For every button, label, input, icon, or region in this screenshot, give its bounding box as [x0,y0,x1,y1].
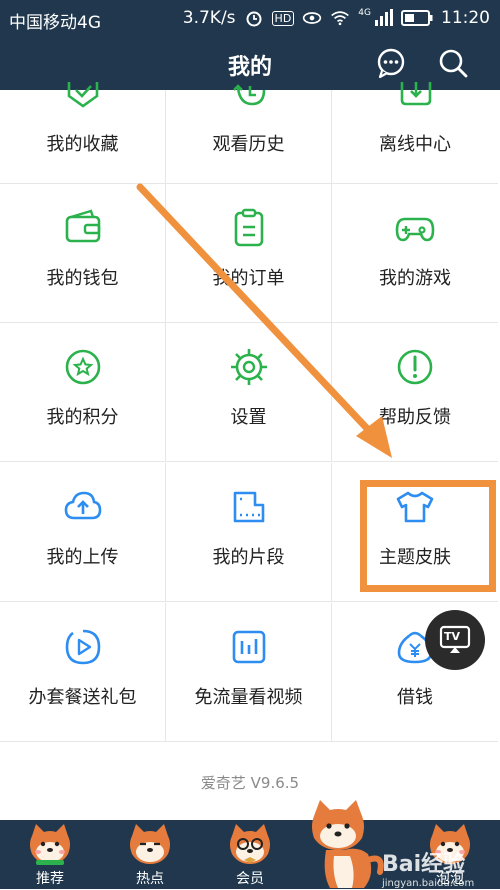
app-version: 爱奇艺 V9.6.5 [200,774,300,792]
grid-item-label: 我的收藏 [46,134,119,155]
download-icon [400,82,432,106]
grid-item-label: 我的积分 [46,407,119,428]
grid-item-label: 设置 [230,407,267,428]
grid-item-label: 离线中心 [379,134,451,155]
bar-chart-icon [232,630,265,664]
watermark-text: Bai经验 [382,852,466,877]
grid-item-label: 我的上传 [46,547,119,568]
alarm-icon [246,11,262,27]
shiba-avatar-icon [130,824,170,864]
grid-item-points[interactable]: 我的积分 [0,323,166,462]
tab-label: 推荐 [36,871,64,887]
grid-item-label: 免流量看视频 [194,687,303,708]
tab-vip[interactable]: 会员 [200,820,300,889]
clock: 11:20 [441,8,490,28]
grid-item-label: 我的游戏 [379,268,451,289]
history-icon [233,84,266,106]
shiba-avatar-icon [230,824,270,864]
grid-item-label: 办套餐送礼包 [28,687,137,708]
grid-item-label: 我的钱包 [46,268,119,289]
wifi-icon [331,11,350,26]
hd-badge: HD [271,10,295,26]
tab-label: 热点 [136,871,164,887]
baidu-watermark: Bai经验 jingyan.baidu.com [382,846,500,889]
gear-icon [230,349,267,385]
watermark-subtext: jingyan.baidu.com [382,878,475,889]
tab-label: 会员 [236,871,264,887]
grid-item-clips[interactable]: 我的片段 [166,463,332,602]
grid-item-label: 观看历史 [212,134,285,155]
star-badge-icon [67,82,99,108]
grid-item-wallet[interactable]: 我的钱包 [0,184,166,323]
cloud-upload-icon [64,491,101,520]
grid-item-favorites[interactable]: 我的收藏 [0,82,166,184]
page-title: 我的 [227,55,272,80]
grid-item-orders[interactable]: 我的订单 [166,184,332,323]
tv-button-label: TV [444,630,461,643]
grid-item-label: 帮助反馈 [379,407,451,428]
shiba-avatar-icon [30,824,70,865]
battery-icon [401,10,433,26]
status-icons: 3.7K/s HD 4G 11:20 [183,8,490,28]
message-icon[interactable] [374,46,408,80]
order-icon [234,208,263,247]
grid-item-free-data[interactable]: 免流量看视频 [166,603,332,742]
grid-item-upload[interactable]: 我的上传 [0,463,166,602]
signal-label: 4G [358,8,371,18]
grid-item-offline[interactable]: 离线中心 [332,82,498,184]
help-icon [397,349,433,385]
gamepad-icon [395,217,435,242]
shiba-mascot-icon [312,800,384,888]
grid-item-package[interactable]: 办套餐送礼包 [0,603,166,742]
grid-item-help[interactable]: 帮助反馈 [332,323,498,462]
points-icon [65,349,100,385]
network-speed: 3.7K/s [182,8,236,28]
tab-hot[interactable]: 热点 [100,820,200,889]
grid-item-games[interactable]: 我的游戏 [332,184,498,323]
carrier-label: 中国移动4G [9,13,101,33]
eye-icon [303,12,322,24]
grid-item-label: 借钱 [397,687,433,708]
status-bar: 中国移动4G 3.7K/s HD 4G 11:20 [0,0,500,36]
play-bubble-icon [65,629,100,665]
grid-item-label: 我的订单 [212,268,285,289]
clip-icon [233,491,264,523]
highlight-box [360,480,496,592]
grid-item-settings[interactable]: 设置 [166,323,332,462]
signal-icon [375,9,393,26]
tab-recommend[interactable]: 推荐 [0,820,100,889]
search-icon[interactable] [436,46,470,80]
grid-item-label: 我的片段 [212,547,285,568]
tv-cast-button[interactable]: TV [425,610,485,670]
grid-item-history[interactable]: 观看历史 [166,84,332,184]
wallet-icon [65,209,100,243]
